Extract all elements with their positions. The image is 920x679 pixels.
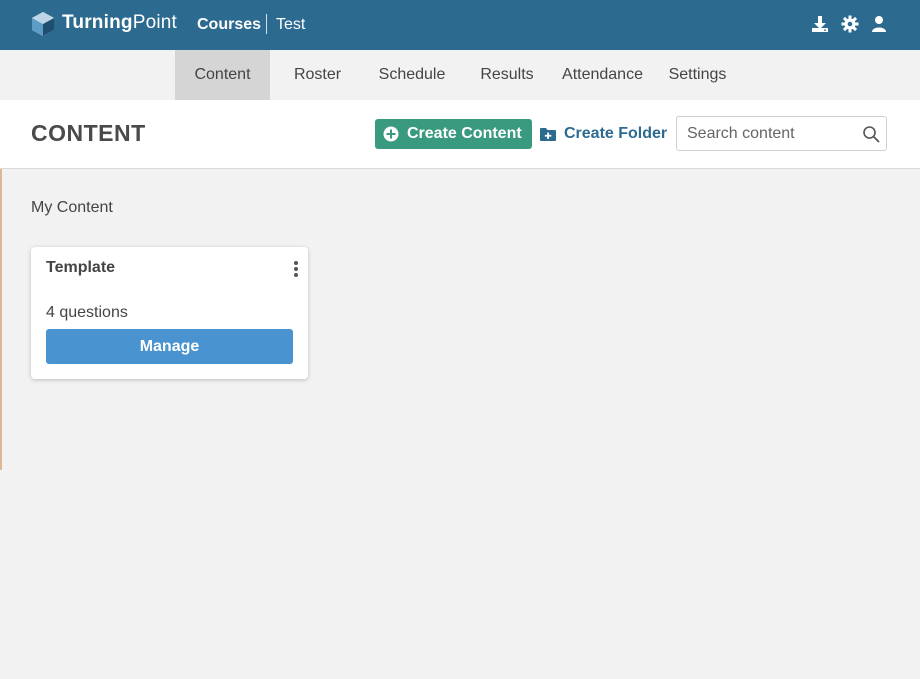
create-content-button[interactable]: Create Content (375, 119, 532, 149)
content-card-title: Template (46, 259, 116, 276)
question-count: 4 questions (46, 304, 128, 321)
tab-content[interactable]: Content (175, 50, 270, 100)
tab-settings[interactable]: Settings (660, 50, 735, 100)
tab-results[interactable]: Results (470, 50, 544, 100)
tab-attendance[interactable]: Attendance (555, 50, 650, 100)
top-bar: TurningPoint Courses Test (0, 0, 920, 50)
tab-schedule[interactable]: Schedule (365, 50, 459, 100)
create-content-label: Create Content (407, 125, 522, 142)
manage-button[interactable]: Manage (46, 329, 293, 364)
tab-roster[interactable]: Roster (280, 50, 355, 100)
create-folder-label: Create Folder (564, 125, 668, 142)
search-input[interactable] (687, 117, 857, 150)
search-box (676, 116, 887, 151)
gear-icon[interactable] (841, 15, 859, 33)
brand-bold: Turning (62, 12, 133, 33)
plus-circle-icon (383, 126, 399, 142)
breadcrumb-divider (266, 14, 267, 34)
breadcrumb-courses[interactable]: Courses (197, 16, 261, 34)
brand-name[interactable]: TurningPoint (62, 12, 177, 34)
brand-light: Point (132, 12, 178, 33)
content-header: CONTENT Create Content Create Folder (0, 100, 920, 169)
turningpoint-logo-icon (32, 12, 54, 36)
search-icon[interactable] (862, 125, 880, 143)
download-icon[interactable] (811, 15, 829, 33)
section-label-my-content: My Content (31, 199, 113, 216)
more-options-icon[interactable] (292, 260, 300, 278)
breadcrumb-course-name: Test (276, 16, 306, 33)
tab-bar: Content Roster Schedule Results Attendan… (0, 50, 920, 100)
user-icon[interactable] (870, 15, 888, 33)
page-title: CONTENT (31, 120, 146, 146)
folder-plus-icon (540, 128, 556, 141)
content-card: Template 4 questions Manage (31, 247, 308, 379)
